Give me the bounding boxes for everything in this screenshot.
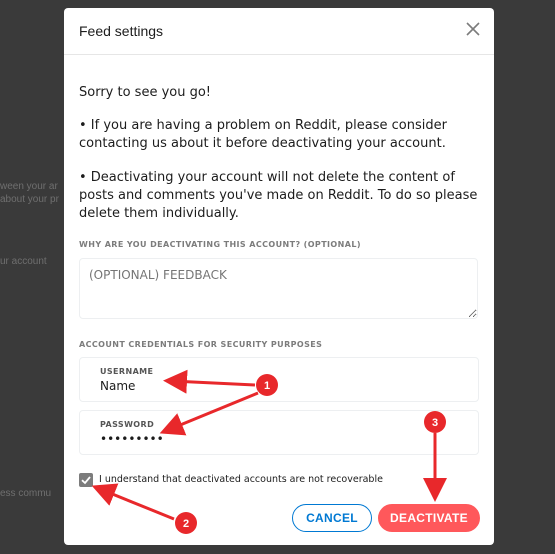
arrow-to-username — [163, 369, 256, 394]
callout-1: 1 — [256, 374, 278, 396]
annotation-overlay: 1 2 3 — [91, 369, 447, 534]
callout-3: 3 — [424, 411, 446, 433]
callout-2: 2 — [175, 512, 197, 534]
callout-2-number: 2 — [183, 518, 189, 530]
arrow-to-checkbox — [91, 483, 175, 521]
callout-1-number: 1 — [264, 380, 270, 392]
callout-3-number: 3 — [432, 417, 438, 429]
arrow-to-password — [159, 391, 259, 436]
